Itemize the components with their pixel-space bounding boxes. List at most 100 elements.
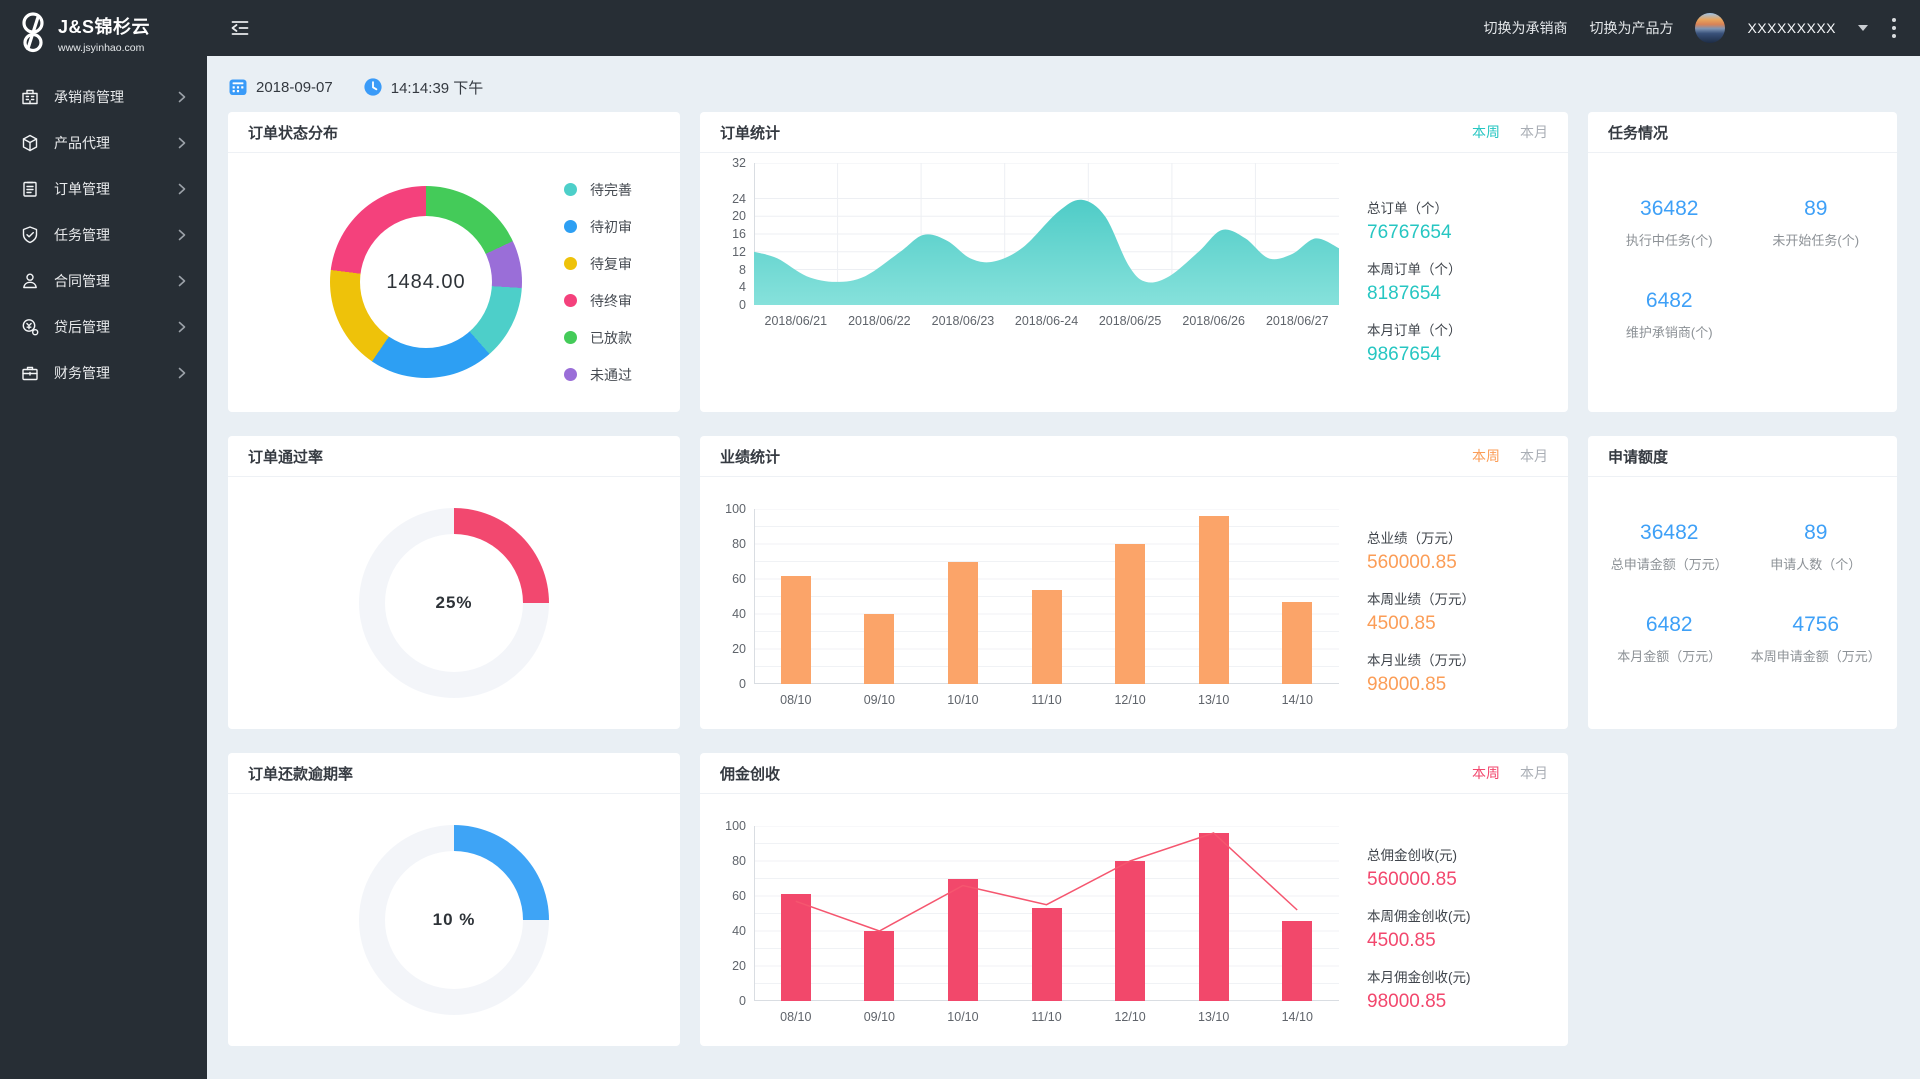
chevron-right-icon <box>177 229 187 241</box>
sidebar-item-order[interactable]: 订单管理 <box>0 166 207 212</box>
stat-group: 本月订单（个） 9867654 <box>1367 319 1462 366</box>
legend-item[interactable]: 未通过 <box>564 365 632 385</box>
username[interactable]: XXXXXXXXX <box>1747 20 1836 36</box>
legend-item[interactable]: 待复审 <box>564 254 632 274</box>
tab-this-week[interactable]: 本周 <box>1472 446 1500 466</box>
performance-body: 020406080100 08/1009/1010/1011/1012/1013… <box>700 477 1568 707</box>
pass-rate-body: 25% <box>228 477 680 729</box>
person-icon <box>20 271 40 291</box>
tab-this-week[interactable]: 本周 <box>1472 763 1500 783</box>
switch-product-link[interactable]: 切换为产品方 <box>1589 18 1673 38</box>
metric-label: 总申请金额（万元） <box>1596 554 1743 573</box>
main-column: 切换为承销商 切换为产品方 XXXXXXXXX <box>207 0 1920 1079</box>
card-header: 订单通过率 <box>228 436 680 477</box>
switch-underwriter-link[interactable]: 切换为承销商 <box>1483 18 1567 38</box>
sidebar-collapse-icon[interactable] <box>229 17 251 39</box>
x-axis-label: 10/10 <box>921 693 1005 707</box>
sidebar-item-postloan[interactable]: 贷后管理 <box>0 304 207 350</box>
tab-this-week[interactable]: 本周 <box>1472 122 1500 142</box>
x-axis-label: 13/10 <box>1172 693 1256 707</box>
clipboard-icon <box>20 179 40 199</box>
stat-label: 本月佣金创收(元) <box>1367 966 1471 986</box>
x-axis-label: 14/10 <box>1255 1010 1339 1024</box>
sidebar-item-product[interactable]: 产品代理 <box>0 120 207 166</box>
card-order-pass-rate: 订单通过率 25% <box>228 436 680 729</box>
x-axis-label: 10/10 <box>921 1010 1005 1024</box>
stat-label: 本月订单（个） <box>1367 319 1462 339</box>
sidebar-item-label: 财务管理 <box>54 363 177 383</box>
avatar[interactable] <box>1695 13 1725 43</box>
pass-rate-gauge-chart: 25% <box>359 508 549 698</box>
order-stats-figures: 总订单（个）76767654本周订单（个）8187654本月订单（个）98676… <box>1339 153 1462 366</box>
y-axis: 020406080100 <box>716 509 754 684</box>
x-axis-label: 08/10 <box>754 1010 838 1024</box>
x-axis-label: 09/10 <box>838 1010 922 1024</box>
x-axis-label: 2018/06/22 <box>838 314 922 328</box>
y-axis-tick: 8 <box>739 263 746 277</box>
x-axis-label: 11/10 <box>1005 693 1089 707</box>
y-axis-tick: 20 <box>732 959 746 973</box>
order-status-donut-chart: 1484.00 <box>330 186 522 378</box>
metric-item: 36482总申请金额（万元） <box>1596 521 1743 573</box>
stat-group: 本月业绩（万元）98000.85 <box>1367 649 1475 696</box>
chevron-right-icon <box>177 91 187 103</box>
kebab-menu-icon[interactable] <box>1890 13 1898 42</box>
x-axis-label: 11/10 <box>1005 1010 1089 1024</box>
sidebar-item-contract[interactable]: 合同管理 <box>0 258 207 304</box>
tab-this-month[interactable]: 本月 <box>1520 446 1548 466</box>
dashboard-content: 2018-09-07 14:14:39 下午 订单状态分布 <box>207 56 1920 1079</box>
metric-item: 89申请人数（个） <box>1743 521 1890 573</box>
commission-bar-chart: 020406080100 08/1009/1010/1011/1012/1013… <box>700 794 1339 1024</box>
topbar: 切换为承销商 切换为产品方 XXXXXXXXX <box>207 0 1920 56</box>
card-header: 订单状态分布 <box>228 112 680 153</box>
metric-value: 6482 <box>1596 613 1743 637</box>
y-axis-tick: 80 <box>732 537 746 551</box>
y-axis-tick: 20 <box>732 209 746 223</box>
performance-figures: 总业绩（万元）560000.85本周业绩（万元）4500.85本月业绩（万元）9… <box>1339 477 1475 707</box>
y-axis-tick: 0 <box>739 994 746 1008</box>
bar-plot <box>754 826 1339 1001</box>
bar-plot <box>754 509 1339 684</box>
card-title: 订单统计 <box>720 122 780 143</box>
x-axis-label: 2018/06/23 <box>921 314 1005 328</box>
card-header: 订单统计 本周本月 <box>700 112 1568 153</box>
tab-this-month[interactable]: 本月 <box>1520 122 1548 142</box>
y-axis-tick: 4 <box>739 280 746 294</box>
y-axis-tick: 80 <box>732 854 746 868</box>
card-header: 佣金创收 本周本月 <box>700 753 1568 794</box>
stat-value: 4500.85 <box>1367 613 1475 635</box>
shield-check-icon <box>20 225 40 245</box>
datetime-bar: 2018-09-07 14:14:39 下午 <box>228 70 1900 104</box>
sidebar-nav: 承销商管理产品代理订单管理任务管理合同管理贷后管理财务管理 <box>0 74 207 396</box>
legend-label: 待完善 <box>590 180 632 200</box>
metric-item: 6482本月金额（万元） <box>1596 613 1743 665</box>
metric-value: 89 <box>1743 521 1890 545</box>
y-axis: 020406080100 <box>716 826 754 1001</box>
sidebar-item-task[interactable]: 任务管理 <box>0 212 207 258</box>
brand-name: J&S锦杉云 <box>58 13 150 39</box>
x-axis-label: 14/10 <box>1255 693 1339 707</box>
chevron-down-icon[interactable] <box>1858 25 1868 31</box>
stat-group: 本周业绩（万元）4500.85 <box>1367 588 1475 635</box>
card-repayment-overdue-rate: 订单还款逾期率 10 % <box>228 753 680 1046</box>
bar <box>1282 602 1312 684</box>
sidebar-item-underwriter[interactable]: 承销商管理 <box>0 74 207 120</box>
legend-item[interactable]: 待终审 <box>564 291 632 311</box>
tab-this-month[interactable]: 本月 <box>1520 763 1548 783</box>
sidebar-item-finance[interactable]: 财务管理 <box>0 350 207 396</box>
y-axis-tick: 40 <box>732 607 746 621</box>
stat-value: 9867654 <box>1367 344 1462 366</box>
card-commission-revenue: 佣金创收 本周本月 020406080100 08/1009/1010/1011… <box>700 753 1568 1046</box>
bar <box>1115 544 1145 684</box>
legend-item[interactable]: 待初审 <box>564 217 632 237</box>
legend-dot <box>564 220 577 233</box>
bar <box>864 614 894 684</box>
legend-item[interactable]: 待完善 <box>564 180 632 200</box>
x-axis-label: 2018/06/21 <box>754 314 838 328</box>
legend-item[interactable]: 已放款 <box>564 328 632 348</box>
brand: J&S锦杉云 www.jsyinhao.com <box>0 0 207 62</box>
bar <box>1199 516 1229 684</box>
card-header: 申请额度 <box>1588 436 1897 477</box>
stat-group: 本周佣金创收(元)4500.85 <box>1367 905 1471 952</box>
donut-hole: 1484.00 <box>360 216 492 348</box>
